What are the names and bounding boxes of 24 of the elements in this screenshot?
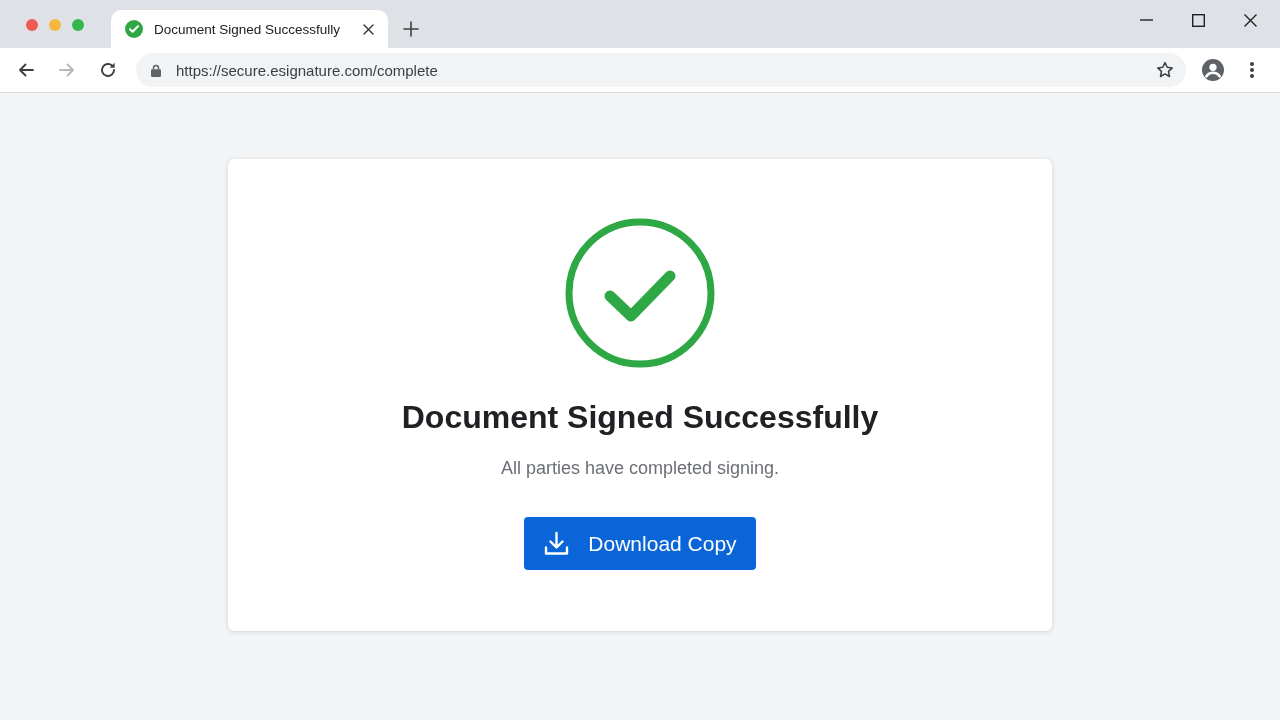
profile-button[interactable] bbox=[1199, 56, 1227, 84]
minimize-icon bbox=[1139, 19, 1153, 21]
download-button[interactable]: Download Copy bbox=[524, 517, 756, 570]
window-dot-icon[interactable] bbox=[49, 19, 61, 31]
back-arrow-icon bbox=[17, 61, 35, 79]
browser-tab[interactable]: Document Signed Successfully bbox=[111, 10, 388, 48]
forward-arrow-icon bbox=[58, 61, 76, 79]
address-bar[interactable]: https://secure.esignature.com/complete bbox=[136, 53, 1186, 87]
star-icon bbox=[1156, 61, 1174, 79]
check-circle-icon bbox=[125, 20, 143, 38]
download-icon bbox=[544, 531, 570, 556]
success-title: Document Signed Successfully bbox=[401, 398, 879, 437]
reload-icon bbox=[99, 61, 117, 79]
lock-icon bbox=[151, 63, 161, 77]
window-dot-icon[interactable] bbox=[72, 19, 84, 31]
check-circle-icon bbox=[565, 218, 715, 368]
close-icon bbox=[362, 23, 374, 35]
plus-icon bbox=[403, 21, 419, 37]
person-icon bbox=[1202, 59, 1224, 81]
menu-dots-icon bbox=[1250, 62, 1254, 78]
success-message: All parties have completed signing. bbox=[500, 457, 780, 480]
close-icon bbox=[1243, 13, 1257, 27]
window-dot-icon[interactable] bbox=[26, 19, 38, 31]
maximize-icon bbox=[1191, 13, 1205, 27]
